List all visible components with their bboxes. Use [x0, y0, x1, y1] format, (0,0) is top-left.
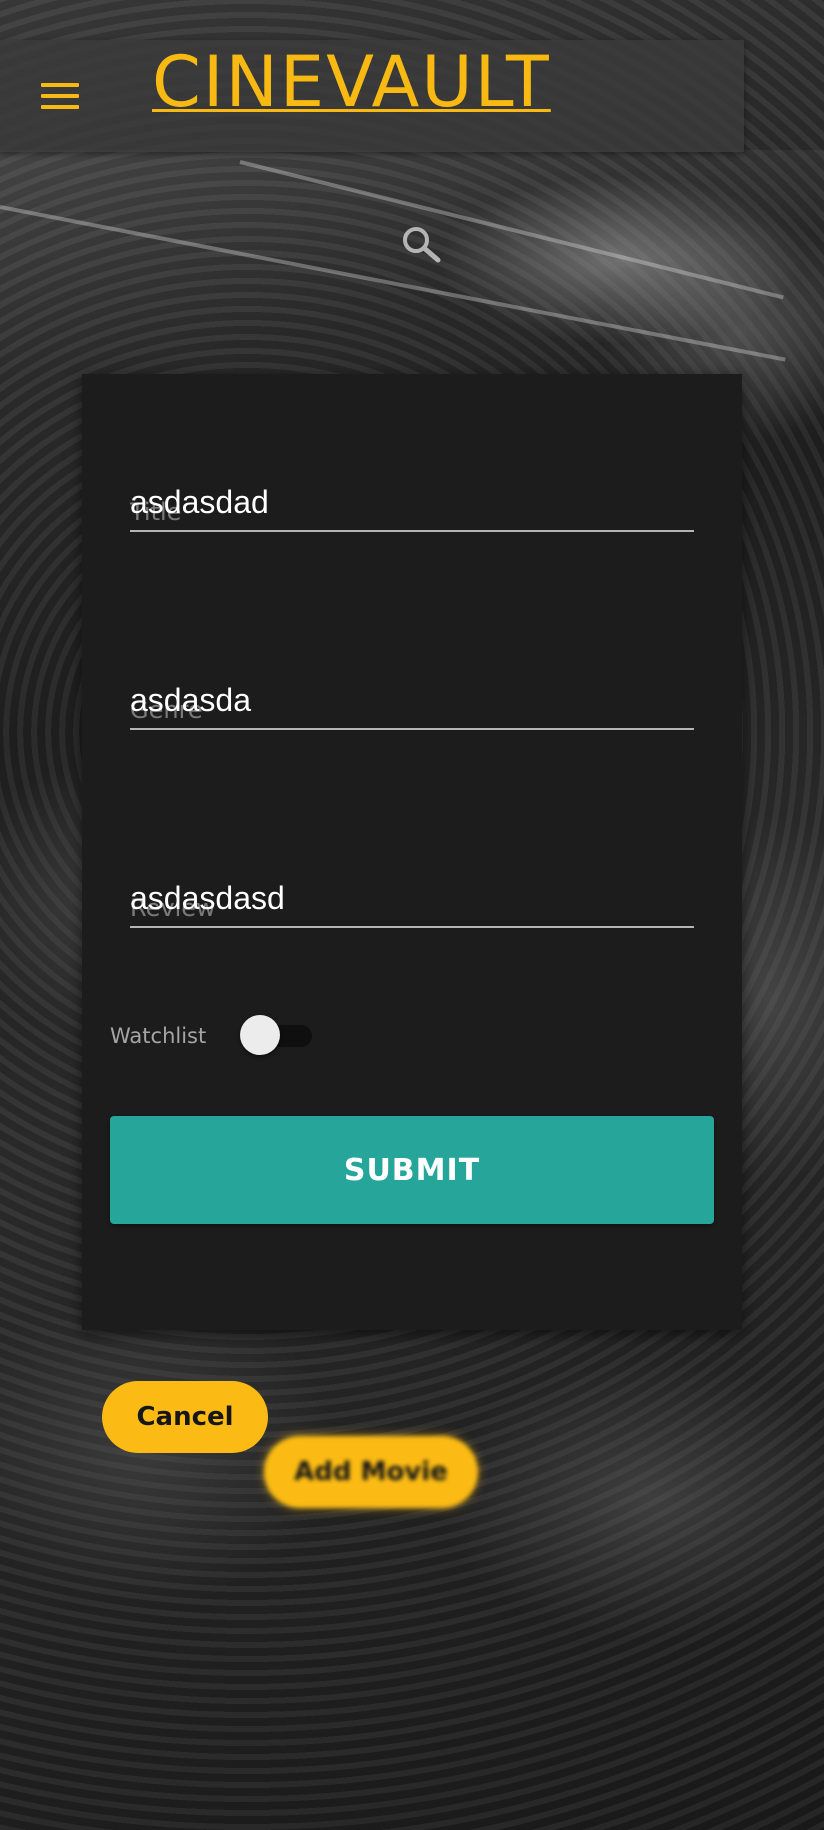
review-field: Review: [130, 870, 694, 930]
search-icon[interactable]: [400, 224, 442, 266]
title-input[interactable]: [130, 474, 694, 532]
genre-input[interactable]: [130, 672, 694, 730]
watchlist-label: Watchlist: [110, 1024, 207, 1048]
menu-line-bottom: [41, 105, 79, 109]
menu-line-middle: [41, 94, 79, 98]
watchlist-toggle[interactable]: [240, 1012, 312, 1058]
menu-line-top: [41, 83, 79, 87]
add-movie-button[interactable]: Add Movie: [264, 1436, 478, 1508]
submit-button[interactable]: SUBMIT: [110, 1116, 714, 1224]
title-field: Title: [130, 474, 694, 534]
brand-logo-text[interactable]: CINEVAULT: [152, 40, 551, 124]
genre-field: Genre: [130, 672, 694, 732]
toggle-knob[interactable]: [240, 1015, 280, 1055]
review-input[interactable]: [130, 870, 694, 928]
hamburger-menu-icon[interactable]: [41, 83, 79, 109]
cancel-button[interactable]: Cancel: [102, 1381, 268, 1453]
add-movie-form-card: Title Genre Review Watchlist SUBMIT: [82, 374, 742, 1330]
